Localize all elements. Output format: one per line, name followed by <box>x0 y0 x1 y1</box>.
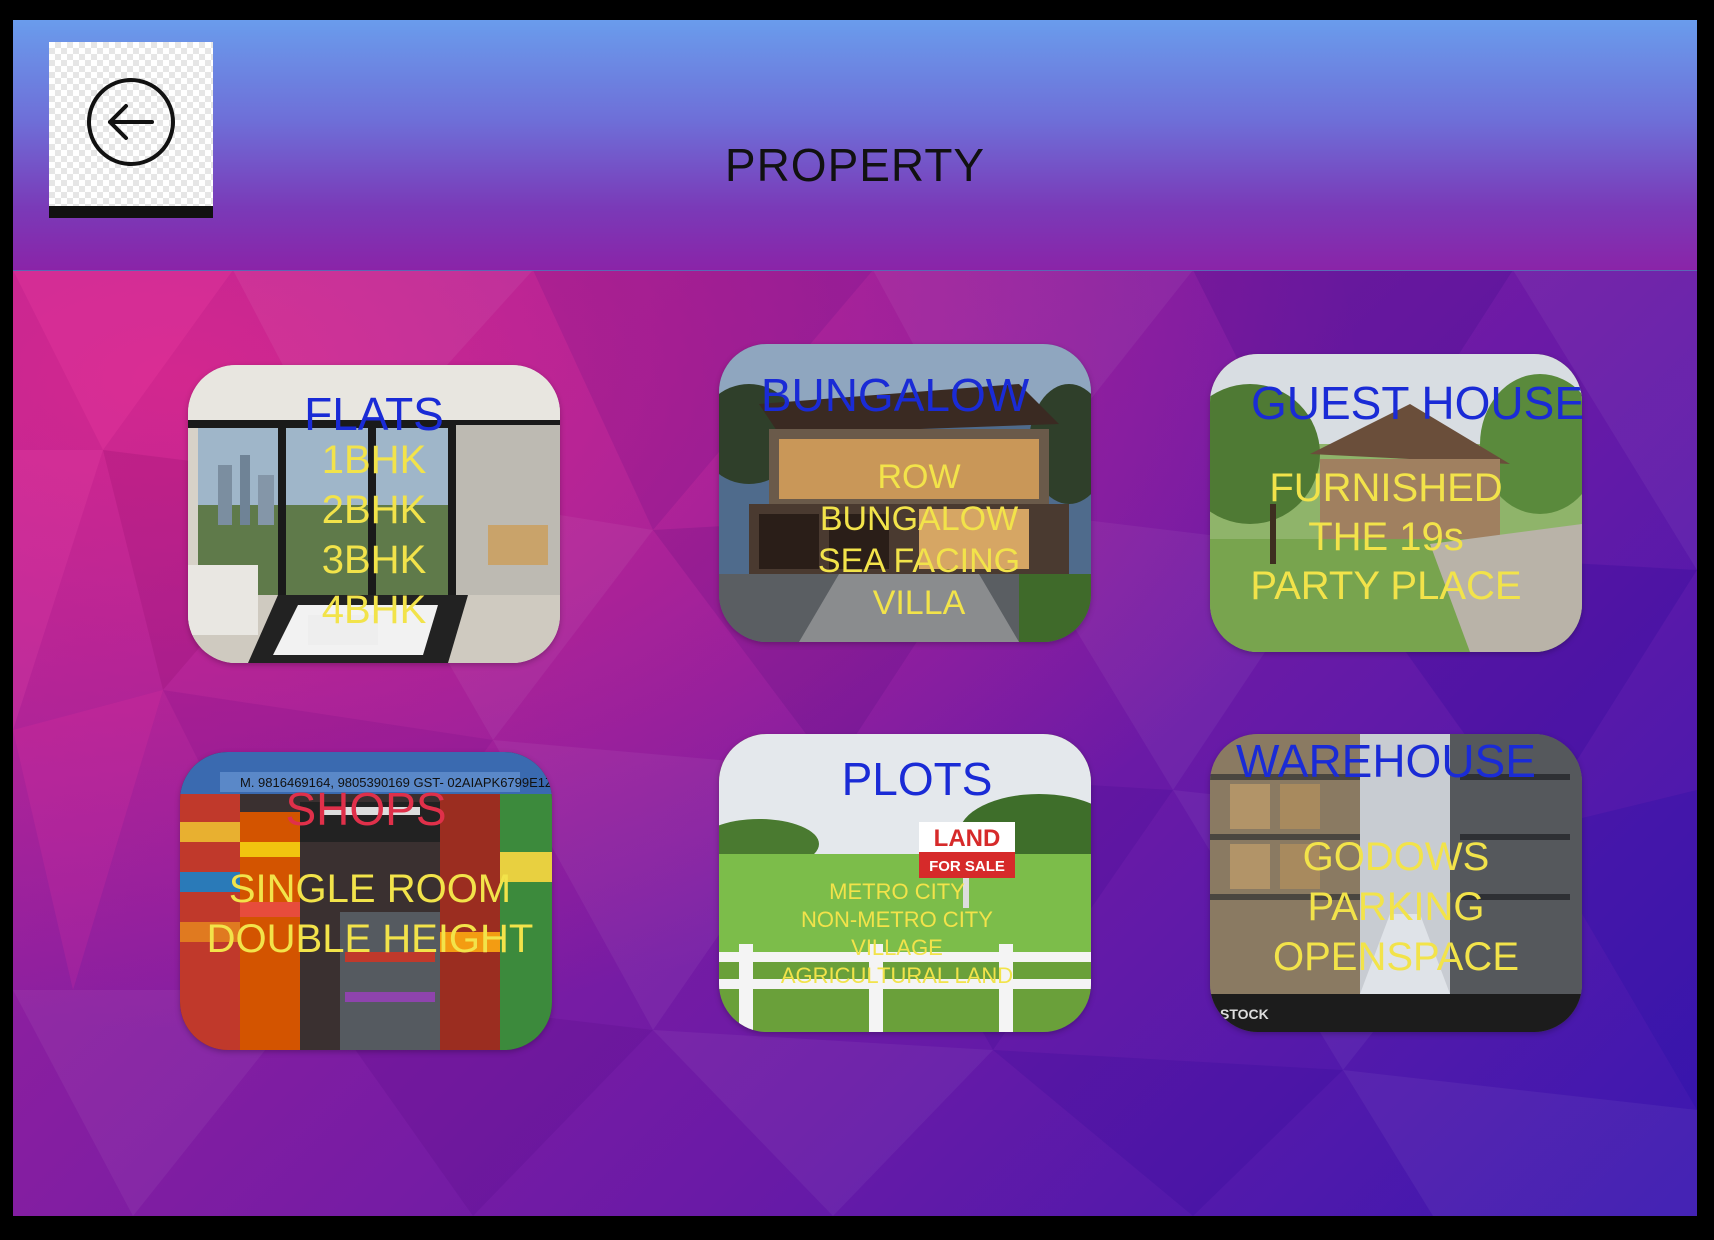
card-title: WAREHOUSE <box>1236 735 1536 787</box>
card-title: PLOTS <box>841 753 993 805</box>
card-option: METRO CITY <box>829 879 965 904</box>
card-option: FURNISHED <box>1269 466 1503 510</box>
stock-watermark-text: STOCK <box>1220 1006 1269 1022</box>
card-option: 4BHK <box>321 588 427 632</box>
card-option: SEA FACING <box>817 542 1021 580</box>
watermark-strip <box>49 206 213 218</box>
card-options: FURNISHED THE 19s PARTY PLACE <box>1210 464 1572 611</box>
land-sign-subtitle: FOR SALE <box>929 858 1005 875</box>
card-title: FLATS <box>304 388 444 440</box>
card-bungalow[interactable]: BUNGALOW ROW BUNGALOW SEA FACING VILLA <box>719 344 1091 642</box>
card-option: BUNGALOW <box>819 500 1019 538</box>
card-option: 3BHK <box>321 538 427 582</box>
card-title: BUNGALOW <box>760 369 1030 421</box>
card-options: METRO CITY NON-METRO CITY VILLAGE AGRICU… <box>719 878 1083 990</box>
card-title: GUEST HOUSE <box>1251 377 1582 429</box>
card-option: PARKING <box>1307 885 1485 929</box>
card-flats[interactable]: FLATS 1BHK 2BHK 3BHK 4BHK <box>188 365 560 663</box>
card-options: 1BHK 2BHK 3BHK 4BHK <box>188 435 560 635</box>
card-option: 1BHK <box>321 438 427 482</box>
card-option: THE 19s <box>1308 515 1464 559</box>
card-option: VILLAGE <box>851 935 943 960</box>
card-options: SINGLE ROOM DOUBLE HEIGHT <box>184 864 552 964</box>
card-options: ROW BUNGALOW SEA FACING VILLA <box>733 456 1091 624</box>
card-warehouse[interactable]: STOCK WAREHOUSE GODOWS PARKING OPENSPACE <box>1210 734 1582 1032</box>
card-title: SHOPS <box>285 783 447 835</box>
card-option: AGRICULTURAL LAND <box>780 963 1014 988</box>
card-option: ROW <box>877 458 961 496</box>
card-option: 2BHK <box>321 488 427 532</box>
page-title: PROPERTY <box>724 139 986 191</box>
card-shops[interactable]: M. 9816469164, 9805390169 GST- 02AIAPK67… <box>180 752 552 1050</box>
card-option: NON-METRO CITY <box>801 907 993 932</box>
app-header: PROPERTY <box>13 20 1697 271</box>
card-option: OPENSPACE <box>1273 935 1519 979</box>
card-option: PARTY PLACE <box>1250 564 1522 608</box>
card-option: GODOWS <box>1302 835 1490 879</box>
land-sign-title: LAND <box>934 825 1001 852</box>
property-screen: PROPERTY FLATS 1BHK 2BHK 3BHK 4BHK BUNGA… <box>13 20 1697 1216</box>
card-options: GODOWS PARKING OPENSPACE <box>1210 832 1582 982</box>
card-option: VILLA <box>872 584 966 622</box>
card-guest-house[interactable]: GUEST HOUSE FURNISHED THE 19s PARTY PLAC… <box>1210 354 1582 652</box>
card-option: SINGLE ROOM <box>228 867 512 911</box>
card-plots[interactable]: LAND FOR SALE PLOTS METRO CITY NON-METRO… <box>719 734 1091 1032</box>
card-option: DOUBLE HEIGHT <box>206 917 534 961</box>
